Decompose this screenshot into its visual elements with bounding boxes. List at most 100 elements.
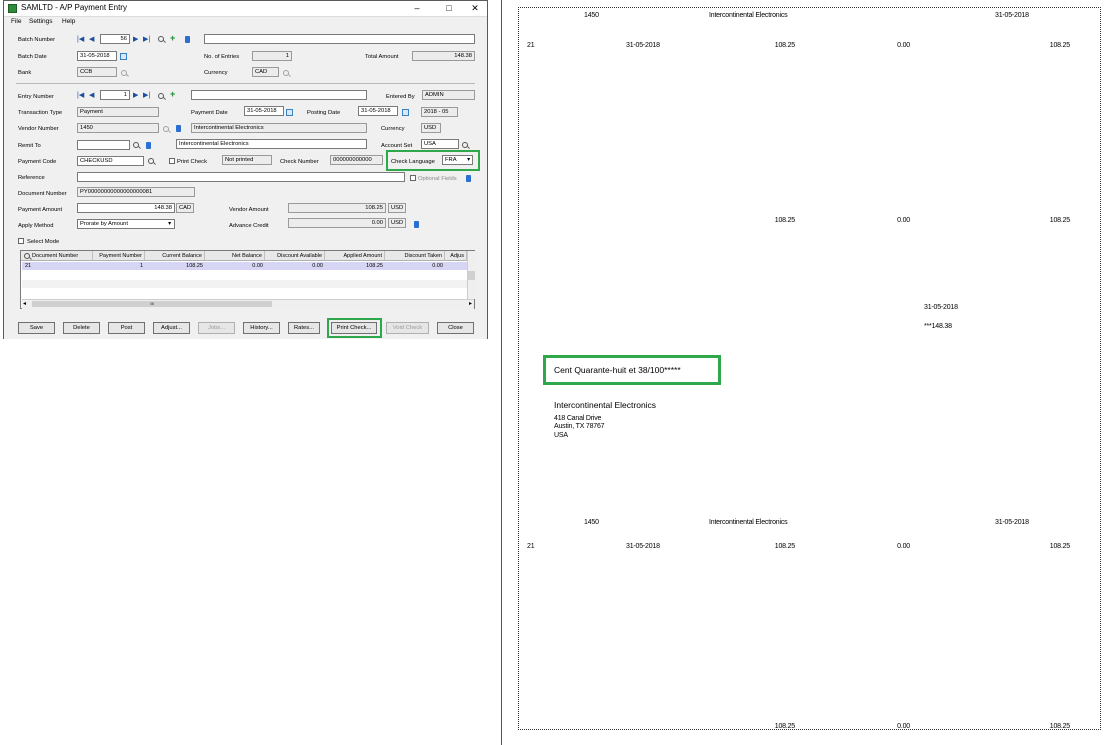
stub1-total-net: 108.25 bbox=[1049, 217, 1070, 224]
reference-input[interactable] bbox=[77, 172, 405, 182]
posting-date-input[interactable]: 31-05-2018 bbox=[358, 106, 398, 116]
minimize-icon[interactable]: – bbox=[407, 2, 427, 14]
payment-code-search-icon[interactable] bbox=[148, 158, 154, 164]
select-mode-checkbox[interactable] bbox=[18, 238, 24, 244]
grid-header-applied-amount[interactable]: Applied Amount bbox=[325, 251, 385, 261]
payment-amount-input[interactable]: 148.38 bbox=[77, 203, 175, 213]
stub2-doc: 21 bbox=[527, 543, 535, 550]
remit-name-input[interactable]: Intercontinental Electronics bbox=[176, 139, 367, 149]
advance-info-icon[interactable] bbox=[414, 221, 419, 228]
vertical-scrollbar[interactable] bbox=[467, 251, 476, 299]
next-entry-icon[interactable]: ▶ bbox=[133, 91, 138, 100]
print-check-checkbox[interactable] bbox=[169, 158, 175, 164]
entry-number-input[interactable]: 1 bbox=[100, 90, 130, 100]
stub2-net: 108.25 bbox=[1049, 543, 1070, 550]
grid-header-net-balance[interactable]: Net Balance bbox=[205, 251, 265, 261]
vendor-info-icon[interactable] bbox=[176, 125, 181, 132]
remit-to-input[interactable] bbox=[77, 140, 130, 150]
post-button[interactable]: Post bbox=[108, 322, 145, 334]
scroll-thumb-horizontal[interactable]: III bbox=[32, 301, 272, 307]
stub1-doc: 21 bbox=[527, 42, 535, 49]
entered-by-value: ADMIN bbox=[422, 90, 475, 100]
transaction-type-label: Transaction Type bbox=[18, 110, 63, 116]
vendor-search-icon bbox=[163, 126, 169, 132]
maximize-icon[interactable]: □ bbox=[439, 2, 459, 14]
stub1-name: Intercontinental Electronics bbox=[709, 12, 788, 19]
scroll-right-icon[interactable]: ▸ bbox=[469, 300, 472, 307]
vendor-name-value: Intercontinental Electronics bbox=[191, 123, 367, 133]
grid-header-discount-available[interactable]: Discount Available bbox=[265, 251, 325, 261]
grid-search-icon[interactable] bbox=[24, 253, 30, 259]
check-number-label: Check Number bbox=[280, 159, 319, 165]
check-paper: 1450 Intercontinental Electronics 31-05-… bbox=[518, 7, 1101, 730]
account-set-search-icon[interactable] bbox=[462, 142, 468, 148]
scroll-thumb[interactable] bbox=[468, 271, 475, 280]
reference-label: Reference bbox=[18, 175, 45, 181]
payee-name: Intercontinental Electronics bbox=[554, 400, 657, 410]
payment-code-input[interactable]: CHECKUSD bbox=[77, 156, 144, 166]
payment-entry-window: SAMLTD - A/P Payment Entry – □ ✕ File Se… bbox=[3, 0, 488, 339]
payment-amount-label: Payment Amount bbox=[18, 207, 63, 213]
remit-search-icon[interactable] bbox=[133, 142, 139, 148]
optional-fields-info-icon[interactable] bbox=[466, 175, 471, 182]
payment-calendar-icon[interactable] bbox=[286, 109, 293, 116]
horizontal-scrollbar[interactable]: ◂ III ▸ bbox=[22, 299, 474, 309]
remit-info-icon[interactable] bbox=[146, 142, 151, 149]
rates-button[interactable]: Rates... bbox=[288, 322, 320, 334]
bank-value: CCB bbox=[77, 67, 117, 77]
info-icon[interactable] bbox=[185, 36, 190, 43]
posting-calendar-icon[interactable] bbox=[402, 109, 409, 116]
menu-help[interactable]: Help bbox=[62, 18, 75, 25]
stub1-amount: 108.25 bbox=[774, 42, 795, 49]
optional-fields-label: Optional Fields bbox=[418, 176, 457, 182]
entry-search-icon[interactable] bbox=[158, 93, 164, 99]
batch-date-label: Batch Date bbox=[18, 54, 47, 60]
calendar-icon[interactable] bbox=[120, 53, 127, 60]
last-batch-icon[interactable]: ▶| bbox=[143, 35, 150, 44]
no-entries-value: 1 bbox=[252, 51, 292, 61]
document-number-value: PY00000000000000000081 bbox=[77, 187, 195, 197]
vendor-number-label: Vendor Number bbox=[18, 126, 59, 132]
delete-button[interactable]: Delete bbox=[63, 322, 100, 334]
currency-search-icon bbox=[283, 70, 289, 76]
grid-header-discount-taken[interactable]: Discount Taken bbox=[385, 251, 445, 261]
check-number-value: 000000000000 bbox=[330, 155, 383, 165]
payment-currency-value: CAD bbox=[176, 203, 194, 213]
entered-by-label: Entered By bbox=[386, 94, 415, 100]
last-entry-icon[interactable]: ▶| bbox=[143, 91, 150, 100]
save-button[interactable]: Save bbox=[18, 322, 55, 334]
grid-header-payment-number[interactable]: Payment Number bbox=[93, 251, 145, 261]
grid-header-document-number[interactable]: Document Number bbox=[21, 251, 93, 261]
menu-settings[interactable]: Settings bbox=[29, 18, 53, 25]
batch-description-input[interactable] bbox=[204, 34, 475, 44]
next-batch-icon[interactable]: ▶ bbox=[133, 35, 138, 44]
grid-header-current-balance[interactable]: Current Balance bbox=[145, 251, 205, 261]
prev-batch-icon[interactable]: ◀ bbox=[89, 35, 94, 44]
batch-number-input[interactable]: 56 bbox=[100, 34, 130, 44]
title-bar[interactable]: SAMLTD - A/P Payment Entry – □ ✕ bbox=[4, 1, 487, 17]
apply-method-select[interactable]: Prorate by Amount ▾ bbox=[77, 219, 175, 229]
search-icon[interactable] bbox=[158, 36, 164, 42]
prev-entry-icon[interactable]: ◀ bbox=[89, 91, 94, 100]
table-row[interactable] bbox=[22, 280, 467, 288]
entry-description-input[interactable] bbox=[191, 90, 367, 100]
add-icon[interactable]: + bbox=[170, 34, 175, 43]
scroll-left-icon[interactable]: ◂ bbox=[23, 300, 26, 307]
stub1-discount: 0.00 bbox=[897, 42, 910, 49]
close-icon[interactable]: ✕ bbox=[465, 2, 485, 14]
adjust-button[interactable]: Adjust... bbox=[153, 322, 190, 334]
first-batch-icon[interactable]: |◀ bbox=[77, 35, 84, 44]
first-entry-icon[interactable]: |◀ bbox=[77, 91, 84, 100]
history-button[interactable]: History... bbox=[243, 322, 280, 334]
account-set-input[interactable]: USA bbox=[421, 139, 459, 149]
optional-fields-checkbox[interactable] bbox=[410, 175, 416, 181]
grid-header-adjusted[interactable]: Adjus bbox=[445, 251, 467, 261]
payment-date-input[interactable]: 31-05-2018 bbox=[244, 106, 284, 116]
remit-to-label: Remit To bbox=[18, 143, 41, 149]
close-button[interactable]: Close bbox=[437, 322, 474, 334]
apply-document-grid[interactable]: Document Number Payment Number Current B… bbox=[20, 250, 476, 309]
batch-date-input[interactable]: 31-05-2018 bbox=[77, 51, 117, 61]
entry-add-icon[interactable]: + bbox=[170, 90, 175, 99]
payment-date-label: Payment Date bbox=[191, 110, 228, 116]
menu-file[interactable]: File bbox=[11, 18, 21, 25]
